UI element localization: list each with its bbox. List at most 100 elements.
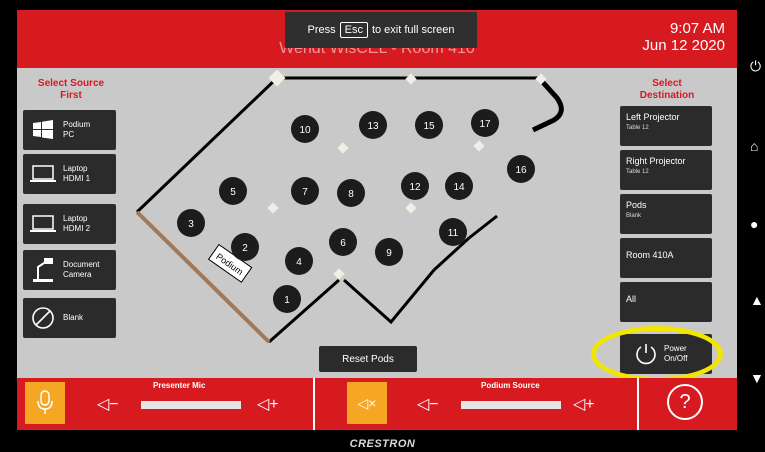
time-text: 9:07 AM [669,20,725,37]
crestron-logo: CRESTRON [349,438,416,450]
pod-14[interactable]: 14 [445,172,473,200]
pod-9[interactable]: 9 [375,238,403,266]
pod-16[interactable]: 16 [507,155,535,183]
reset-pods-button[interactable]: Reset Pods [319,346,417,372]
destination-left-projector-button[interactable]: Left Projector Table 12 [620,106,712,146]
source-label: Blank [63,313,84,322]
highlight-ellipse [591,326,723,382]
source-sublabel: HDMI 2 [63,224,91,233]
source-sublabel: Camera [63,270,92,279]
pod-7[interactable]: 7 [291,177,319,205]
destination-status: Blank [626,213,642,219]
source-volume-down-button[interactable]: ◁− [417,394,439,414]
down-arrow-icon[interactable]: ▼ [750,370,764,386]
pod-17[interactable]: 17 [471,109,499,137]
pod-15[interactable]: 15 [415,111,443,139]
fullscreen-toast: Press Esc to exit full screen [285,12,477,48]
select-source-heading: Select Source First [37,78,105,101]
destination-label: All [626,294,637,304]
divider [637,378,639,430]
toast-rest: to exit full screen [371,24,455,36]
toast-press: Press [307,24,336,36]
header-bar: Wendt WisCEL - Room 410 9:07 AM Jun 12 2… [17,10,737,68]
destination-label: Room 410A [626,250,674,260]
esc-key: Esc [339,22,368,38]
source-laptop-hdmi2-button[interactable]: Laptop HDMI 2 [23,204,116,244]
pod-label: 9 [386,248,392,259]
source-sublabel: PC [63,130,75,139]
windows-icon [23,120,63,140]
source-volume-up-button[interactable]: ◁+ [573,394,595,414]
pod-label: 6 [340,238,346,249]
source-laptop-hdmi1-button[interactable]: Laptop HDMI 1 [23,154,116,194]
pod-label: 3 [188,219,194,230]
source-blank-button[interactable]: Blank [23,298,116,338]
laptop-icon [23,214,63,234]
source-podium-pc-button[interactable]: Podium PC [23,110,116,150]
date-text: Jun 12 2020 [642,37,725,54]
destination-all-button[interactable]: All [620,282,712,322]
podium-source-label: Podium Source [481,381,540,390]
select-destination-heading: Select Destination [639,78,695,101]
pod-label: 4 [296,257,302,268]
power-icon[interactable]: ⏻ [750,58,761,75]
source-label: Document [63,260,100,269]
pod-10[interactable]: 10 [291,115,319,143]
destination-status: Table 12 [626,169,649,175]
pod-6[interactable]: 6 [329,228,357,256]
presenter-mic-label: Presenter Mic [153,381,206,390]
help-button[interactable]: ? [667,384,703,420]
pod-label: 14 [453,182,465,193]
laptop-icon [23,164,63,184]
up-arrow-icon[interactable]: ▲ [750,292,764,308]
light-icon[interactable]: ● [750,216,758,232]
clock: 9:07 AM Jun 12 2020 [642,20,725,54]
destination-right-projector-button[interactable]: Right Projector Table 12 [620,150,712,190]
pod-1[interactable]: 1 [273,285,301,313]
pod-label: 15 [423,121,435,132]
pod-3[interactable]: 3 [177,209,205,237]
document-camera-icon [23,257,63,283]
pod-5[interactable]: 5 [219,177,247,205]
pod-13[interactable]: 13 [359,111,387,139]
pod-4[interactable]: 4 [285,247,313,275]
room-floor-plan: Podium 1234567 891011121314151617 [135,70,564,344]
mic-volume-up-button[interactable]: ◁+ [257,394,279,414]
pod-label: 2 [242,243,248,254]
podium-source-mute-button[interactable]: ◁× [347,382,387,424]
presenter-mic-mute-button[interactable] [25,382,65,424]
pod-label: 10 [299,125,311,136]
pod-2[interactable]: 2 [231,233,259,261]
pod-label: 11 [448,228,459,239]
destination-label: Right Projector [626,156,686,166]
source-sublabel: HDMI 1 [63,174,91,183]
pod-11[interactable]: 11 [439,218,467,246]
touch-panel-screen: Wendt WisCEL - Room 410 9:07 AM Jun 12 2… [17,10,737,430]
pod-12[interactable]: 12 [401,172,429,200]
pod-label: 5 [230,187,236,198]
pods-group: 1234567 891011121314151617 [177,109,535,313]
pod-label: 8 [348,189,354,200]
source-label: Laptop [63,164,88,173]
blank-icon [23,306,63,330]
source-document-camera-button[interactable]: Document Camera [23,250,116,290]
destination-room-410a-button[interactable]: Room 410A [620,238,712,278]
destination-status: Table 12 [626,125,649,131]
microphone-icon [37,390,53,414]
source-label: Podium [63,120,91,129]
pod-label: 16 [515,165,527,176]
pod-label: 1 [284,295,290,306]
destination-label: Pods [626,200,647,210]
mic-volume-down-button[interactable]: ◁− [97,394,119,414]
pod-8[interactable]: 8 [337,179,365,207]
pod-label: 12 [409,182,421,193]
pod-label: 17 [479,119,491,130]
divider [313,378,315,430]
destination-label: Left Projector [626,112,680,122]
podium-source-volume-slider[interactable] [461,401,561,409]
home-icon[interactable]: ⌂ [750,138,758,154]
destination-pods-button[interactable]: Pods Blank [620,194,712,234]
source-label: Laptop [63,214,88,223]
presenter-mic-volume-slider[interactable] [141,401,241,409]
pod-label: 7 [302,187,308,198]
